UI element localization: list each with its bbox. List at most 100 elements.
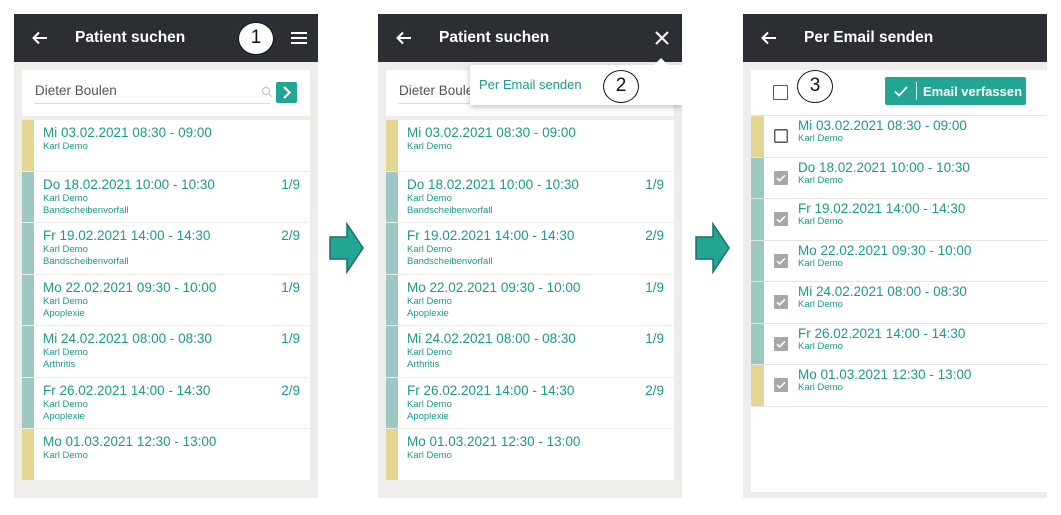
appointment-doctor: Karl Demo xyxy=(43,295,88,307)
page-title: Per Email senden xyxy=(804,29,934,46)
appointment-row[interactable]: Mi 03.02.2021 08:30 - 09:00 Karl Demo xyxy=(386,120,674,172)
status-bar xyxy=(751,323,764,364)
flow-arrow-icon xyxy=(695,222,730,274)
appointment-diagnosis: Bandscheibenvorfall xyxy=(407,256,493,267)
menu-item-send-email[interactable]: Per Email senden xyxy=(479,77,582,92)
appointment-datetime: Mo 22.02.2021 09:30 - 10:00 xyxy=(798,242,972,258)
checked-checkbox[interactable] xyxy=(774,212,788,226)
appointment-doctor: Karl Demo xyxy=(407,244,452,255)
session-count: 1/9 xyxy=(281,331,300,346)
overflow-menu: Per Email senden xyxy=(470,58,682,105)
status-bar xyxy=(751,365,764,406)
appointment-datetime: Mo 01.03.2021 12:30 - 13:00 xyxy=(43,434,217,449)
select-all-checkbox[interactable] xyxy=(773,85,788,100)
email-appointment-row[interactable]: Mo 01.03.2021 12:30 - 13:00 Karl Demo xyxy=(751,365,1047,407)
status-bar xyxy=(22,274,34,325)
status-bar xyxy=(386,326,398,377)
appointment-row[interactable]: Fr 26.02.2021 14:00 - 14:30 Karl Demo Apop… xyxy=(22,377,310,429)
selection-header: Email verfassen xyxy=(751,70,1047,116)
appointment-datetime: Mi 03.02.2021 08:30 - 09:00 xyxy=(407,125,576,140)
appointment-datetime: Fr 26.02.2021 14:00 - 14:30 xyxy=(43,382,211,398)
status-bar xyxy=(386,429,398,480)
appointment-datetime: Mi 03.02.2021 08:30 - 09:00 xyxy=(43,125,212,140)
email-appointment-row[interactable]: Fr 26.02.2021 14:00 - 14:30 Karl Demo xyxy=(751,323,1047,365)
back-arrow-icon[interactable] xyxy=(394,28,414,48)
email-appointment-row[interactable]: Mi 24.02.2021 08:00 - 08:30 Karl Demo xyxy=(751,282,1047,324)
close-icon[interactable] xyxy=(652,28,672,48)
session-count: 2/9 xyxy=(645,228,664,243)
appointment-diagnosis: Apoplexie xyxy=(407,307,449,319)
appointment-row[interactable]: Mi 24.02.2021 08:00 - 08:30 Karl Demo Arth… xyxy=(386,326,674,378)
appointment-row[interactable]: Mi 24.02.2021 08:00 - 08:30 Karl Demo Arth… xyxy=(22,326,310,378)
appointment-doctor: Karl Demo xyxy=(407,450,452,461)
appointment-doctor: Karl Demo xyxy=(407,295,452,307)
appointment-list: Mi 03.02.2021 08:30 - 09:00 Karl Demo Do 1… xyxy=(22,120,310,481)
appointment-doctor: Karl Demo xyxy=(43,244,88,255)
appointment-doctor: Karl Demo xyxy=(43,141,88,152)
back-arrow-icon[interactable] xyxy=(759,28,779,48)
session-count: 1/9 xyxy=(281,176,300,192)
appointment-row[interactable]: Mo 01.03.2021 12:30 - 13:00 Karl Demo xyxy=(22,429,310,481)
status-bar xyxy=(386,171,398,222)
appointment-row[interactable]: Mo 22.02.2021 09:30 - 10:00 Karl Demo Apop… xyxy=(22,274,310,326)
checked-checkbox[interactable] xyxy=(774,253,788,268)
compose-email-button[interactable]: Email verfassen xyxy=(885,77,1026,105)
status-bar xyxy=(22,120,34,171)
search-go-button[interactable] xyxy=(276,82,297,103)
patient-search-input[interactable] xyxy=(34,80,270,104)
appointment-datetime: Mi 24.02.2021 08:00 - 08:30 xyxy=(407,331,576,346)
checked-checkbox[interactable] xyxy=(774,170,788,185)
appointment-row[interactable]: Fr 26.02.2021 14:00 - 14:30 Karl Demo Apop… xyxy=(386,377,674,429)
appointment-datetime: Mi 24.02.2021 08:00 - 08:30 xyxy=(43,331,212,346)
email-appointment-row[interactable]: Do 18.02.2021 10:00 - 10:30 Karl Demo xyxy=(751,157,1047,199)
email-appointment-row[interactable]: Mi 03.02.2021 08:30 - 09:00 Karl Demo xyxy=(751,116,1047,158)
checked-checkbox[interactable] xyxy=(774,295,788,309)
session-count: 1/9 xyxy=(281,279,300,295)
appointment-diagnosis: Bandscheibenvorfall xyxy=(407,204,493,216)
appointment-datetime: Mi 03.02.2021 08:30 - 09:00 xyxy=(798,118,967,133)
phone-screen-email: Per Email senden Email verfassen Mi 03.0… xyxy=(743,14,1047,498)
status-bar xyxy=(22,326,34,377)
menu-caret xyxy=(654,58,668,65)
appointment-row[interactable]: Fr 19.02.2021 14:00 - 14:30 Karl Demo Band… xyxy=(22,223,310,275)
appointment-datetime: Mo 22.02.2021 09:30 - 10:00 xyxy=(43,279,217,295)
appointment-diagnosis: Apoplexie xyxy=(43,410,85,422)
appointment-row[interactable]: Mi 03.02.2021 08:30 - 09:00 Karl Demo xyxy=(22,120,310,172)
appointment-datetime: Do 18.02.2021 10:00 - 10:30 xyxy=(407,176,579,192)
appointment-diagnosis: Bandscheibenvorfall xyxy=(43,256,129,267)
status-bar xyxy=(22,223,34,274)
compose-email-label: Email verfassen xyxy=(923,84,1023,99)
appointment-datetime: Mo 22.02.2021 09:30 - 10:00 xyxy=(407,279,581,295)
appointment-doctor: Karl Demo xyxy=(407,398,452,410)
appointment-diagnosis: Arthritis xyxy=(43,359,76,370)
session-count: 1/9 xyxy=(645,176,664,192)
status-bar xyxy=(751,240,764,281)
appointment-row[interactable]: Fr 19.02.2021 14:00 - 14:30 Karl Demo Band… xyxy=(386,223,674,275)
appointment-datetime: Do 18.02.2021 10:00 - 10:30 xyxy=(43,176,215,192)
appointment-doctor: Karl Demo xyxy=(798,174,843,186)
appointment-doctor: Karl Demo xyxy=(798,340,843,352)
appointment-datetime: Fr 19.02.2021 14:00 - 14:30 xyxy=(798,201,966,216)
appointment-diagnosis: Apoplexie xyxy=(407,410,449,422)
appointment-datetime: Mi 24.02.2021 08:00 - 08:30 xyxy=(798,284,967,299)
appointment-row[interactable]: Do 18.02.2021 10:00 - 10:30 Karl Demo Band… xyxy=(386,171,674,223)
appointment-doctor: Karl Demo xyxy=(798,382,843,393)
status-bar xyxy=(22,171,34,222)
unchecked-checkbox[interactable] xyxy=(774,129,788,143)
appointment-datetime: Fr 26.02.2021 14:00 - 14:30 xyxy=(798,325,966,341)
status-bar xyxy=(22,377,34,428)
email-appointment-row[interactable]: Mo 22.02.2021 09:30 - 10:00 Karl Demo xyxy=(751,240,1047,282)
status-bar xyxy=(386,223,398,274)
search-icon xyxy=(261,86,273,98)
appointment-doctor: Karl Demo xyxy=(407,141,452,152)
appointment-row[interactable]: Mo 22.02.2021 09:30 - 10:00 Karl Demo Apop… xyxy=(386,274,674,326)
appointment-datetime: Fr 19.02.2021 14:00 - 14:30 xyxy=(43,228,211,243)
checked-checkbox[interactable] xyxy=(774,336,788,351)
hamburger-menu-icon[interactable] xyxy=(289,28,309,48)
checked-checkbox[interactable] xyxy=(774,378,788,392)
appointment-row[interactable]: Mo 01.03.2021 12:30 - 13:00 Karl Demo xyxy=(386,429,674,481)
back-arrow-icon[interactable] xyxy=(30,28,50,48)
appointment-row[interactable]: Do 18.02.2021 10:00 - 10:30 Karl Demo Band… xyxy=(22,171,310,223)
page-title: Patient suchen xyxy=(75,29,186,46)
email-appointment-row[interactable]: Fr 19.02.2021 14:00 - 14:30 Karl Demo xyxy=(751,199,1047,241)
